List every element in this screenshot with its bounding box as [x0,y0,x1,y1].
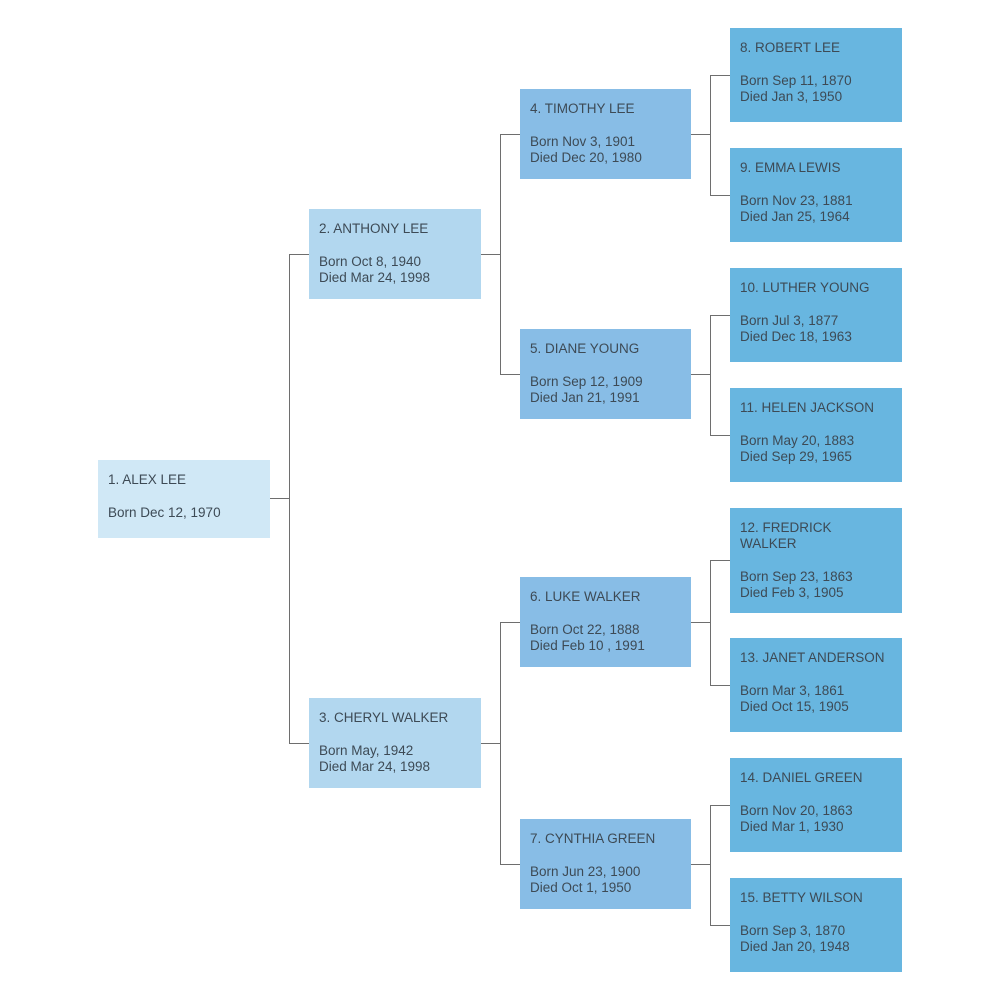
person-name: 8. ROBERT LEE [740,40,841,55]
person-born: Born Jun 23, 1900 [530,864,641,879]
connector-5-vertical [710,315,711,436]
person-born: Born Oct 8, 1940 [319,254,422,269]
connector-2-4 [500,134,520,135]
person-died: Died Oct 15, 1905 [740,699,849,714]
person-box-1[interactable]: 1. ALEX LEE Born Dec 12, 1970 [98,460,270,538]
person-died: Died Jan 3, 1950 [740,89,843,104]
connector-2-5 [500,374,520,375]
person-died: Died Jan 25, 1964 [740,209,850,224]
connector-3-vertical [500,622,501,865]
person-name: 3. CHERYL WALKER [319,710,449,725]
person-born: Born Nov 23, 1881 [740,193,853,208]
person-name: 12. FREDRICK WALKER [740,520,832,551]
connector-5-10 [710,315,730,316]
connector-2 [481,254,500,255]
person-died: Died Mar 24, 1998 [319,270,431,285]
person-died: Died Dec 18, 1963 [740,329,852,344]
connector-5 [691,374,710,375]
connector-7-14 [710,805,730,806]
connector-1-vertical [289,254,290,744]
person-died: Died Mar 1, 1930 [740,819,844,834]
person-died: Died Sep 29, 1965 [740,449,852,464]
person-name: 13. JANET ANDERSON [740,650,885,665]
person-born: Born Jul 3, 1877 [740,313,839,328]
person-born: Born Nov 20, 1863 [740,803,853,818]
person-died: Died Feb 3, 1905 [740,585,844,600]
person-name: 11. HELEN JACKSON [740,400,875,415]
connector-3 [481,743,500,744]
person-box-7[interactable]: 7. CYNTHIA GREEN Born Jun 23, 1900 Died … [520,819,691,909]
connector-2-vertical [500,134,501,375]
person-died: Died Mar 24, 1998 [319,759,431,774]
person-box-9[interactable]: 9. EMMA LEWIS Born Nov 23, 1881 Died Jan… [730,148,902,242]
connector-1-3 [289,743,309,744]
person-name: 9. EMMA LEWIS [740,160,841,175]
person-box-6[interactable]: 6. LUKE WALKER Born Oct 22, 1888 Died Fe… [520,577,691,667]
connector-1 [270,498,289,499]
connector-4-8 [710,75,730,76]
connector-4 [691,134,710,135]
connector-6-12 [710,560,730,561]
connector-7 [691,864,710,865]
person-died: Died Dec 20, 1980 [530,150,642,165]
person-name: 15. BETTY WILSON [740,890,863,905]
connector-5-11 [710,435,730,436]
person-died: Died Jan 21, 1991 [530,390,640,405]
connector-3-7 [500,864,520,865]
person-name: 7. CYNTHIA GREEN [530,831,656,846]
person-born: Born Sep 11, 1870 [740,73,852,88]
connector-6 [691,622,710,623]
connector-4-vertical [710,75,711,196]
person-born: Born May, 1942 [319,743,414,758]
person-box-2[interactable]: 2. ANTHONY LEE Born Oct 8, 1940 Died Mar… [309,209,481,299]
connector-1-2 [289,254,309,255]
person-name: 14. DANIEL GREEN [740,770,863,785]
person-born: Born Sep 3, 1870 [740,923,846,938]
person-box-4[interactable]: 4. TIMOTHY LEE Born Nov 3, 1901 Died Dec… [520,89,691,179]
person-name: 1. ALEX LEE [108,472,187,487]
person-born: Born Nov 3, 1901 [530,134,636,149]
person-box-11[interactable]: 11. HELEN JACKSON Born May 20, 1883 Died… [730,388,902,482]
person-box-15[interactable]: 15. BETTY WILSON Born Sep 3, 1870 Died J… [730,878,902,972]
connector-6-13 [710,685,730,686]
person-born: Born Mar 3, 1861 [740,683,845,698]
person-name: 5. DIANE YOUNG [530,341,640,356]
person-name: 4. TIMOTHY LEE [530,101,635,116]
person-born: Born May 20, 1883 [740,433,855,448]
person-died: Died Feb 10 , 1991 [530,638,645,653]
person-died: Died Oct 1, 1950 [530,880,632,895]
connector-4-9 [710,195,730,196]
person-died: Died Jan 20, 1948 [740,939,850,954]
person-name: 6. LUKE WALKER [530,589,641,604]
person-box-5[interactable]: 5. DIANE YOUNG Born Sep 12, 1909 Died Ja… [520,329,691,419]
person-born: Born Sep 12, 1909 [530,374,643,389]
person-born: Born Dec 12, 1970 [108,505,221,520]
person-box-14[interactable]: 14. DANIEL GREEN Born Nov 20, 1863 Died … [730,758,902,852]
connector-6-vertical [710,560,711,686]
connector-3-6 [500,622,520,623]
person-name: 2. ANTHONY LEE [319,221,429,236]
person-born: Born Oct 22, 1888 [530,622,640,637]
person-box-3[interactable]: 3. CHERYL WALKER Born May, 1942 Died Mar… [309,698,481,788]
person-box-10[interactable]: 10. LUTHER YOUNG Born Jul 3, 1877 Died D… [730,268,902,362]
person-born: Born Sep 23, 1863 [740,569,853,584]
connector-7-vertical [710,805,711,926]
person-box-13[interactable]: 13. JANET ANDERSON Born Mar 3, 1861 Died… [730,638,902,732]
person-name: 10. LUTHER YOUNG [740,280,870,295]
connector-7-15 [710,925,730,926]
person-box-8[interactable]: 8. ROBERT LEE Born Sep 11, 1870 Died Jan… [730,28,902,122]
person-box-12[interactable]: 12. FREDRICK WALKER Born Sep 23, 1863 Di… [730,508,902,613]
